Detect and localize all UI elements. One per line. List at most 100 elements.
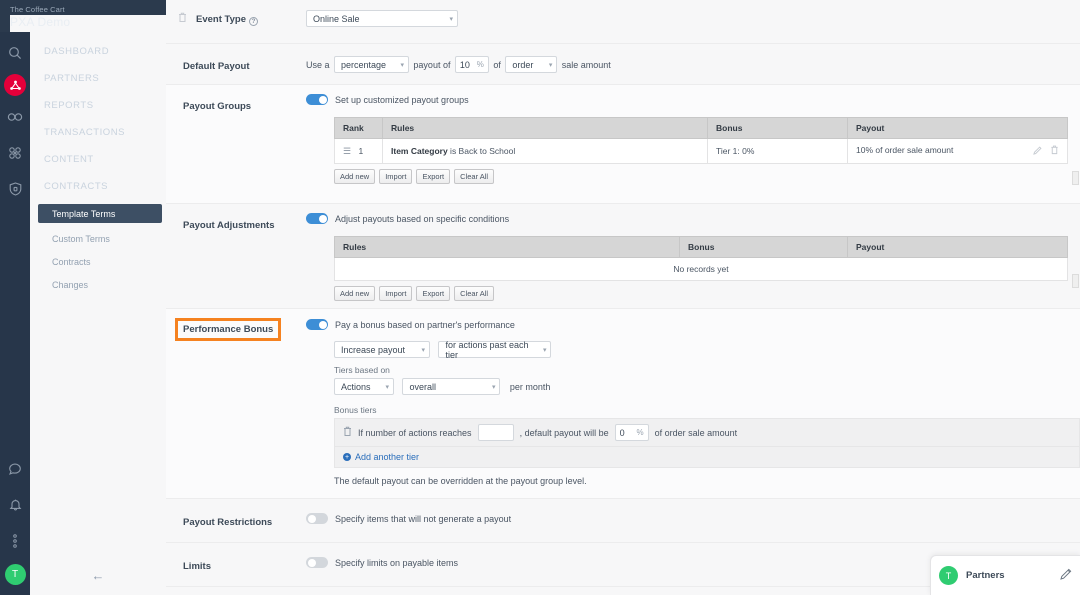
brand-account-name: The Coffee Cart	[10, 4, 166, 15]
payout-adjustments-table: Rules Bonus Payout No records yet	[334, 236, 1068, 281]
chat-avatar: T	[939, 566, 958, 585]
bonus-action-select[interactable]: Increase payout▾	[334, 341, 430, 358]
bonus-scope-select[interactable]: for actions past each tier▾	[438, 341, 551, 358]
table-hscrollbar[interactable]	[1072, 274, 1079, 288]
chat-title: Partners	[966, 570, 1052, 581]
sidebar: The Coffee Cart PXA Demo	[0, 0, 166, 595]
default-payout-label: Default Payout	[178, 44, 306, 84]
payout-groups-table-wrap: Rank Rules Bonus Payout ☰ 1 Item Catego	[334, 117, 1068, 184]
import-button[interactable]: Import	[379, 169, 412, 184]
tier-text-3: of order sale amount	[655, 428, 738, 438]
add-another-tier-button[interactable]: + Add another tier	[334, 447, 1080, 468]
limits-toggle[interactable]	[306, 557, 328, 568]
default-payout-of: of	[493, 60, 501, 70]
sidebar-item-contracts-sub[interactable]: Contracts	[30, 252, 166, 271]
sidebar-item-changes[interactable]: Changes	[30, 275, 166, 294]
rule-condition: is Back to School	[448, 146, 516, 156]
bonus-tiers-panel: If number of actions reaches , default p…	[334, 418, 1080, 468]
help-icon[interactable]: ?	[249, 17, 258, 26]
export-button[interactable]: Export	[416, 286, 450, 301]
sidebar-item-template-terms[interactable]: Template Terms	[38, 204, 162, 223]
infinity-icon[interactable]	[0, 102, 30, 132]
performance-bonus-settings: Increase payout▾ for actions past each t…	[334, 341, 1080, 486]
sidebar-item-partners[interactable]: PARTNERS	[30, 65, 166, 92]
event-type-value: Online Sale	[313, 14, 360, 24]
row-default-payout: Default Payout Use a percentage▾ payout …	[166, 44, 1080, 85]
tiers-aggregate-value: overall	[409, 382, 436, 392]
sidebar-item-contracts[interactable]: CONTRACTS	[30, 173, 166, 200]
payout-adjustments-toggle-row: Adjust payouts based on specific conditi…	[306, 213, 1068, 224]
more-vertical-icon[interactable]	[0, 526, 30, 556]
sidebar-subitem-label: Template Terms	[52, 209, 115, 219]
payout-groups-toggle-row: Set up customized payout groups	[306, 94, 1068, 105]
add-new-button[interactable]: Add new	[334, 169, 375, 184]
payout-groups-table: Rank Rules Bonus Payout ☰ 1 Item Catego	[334, 117, 1068, 164]
sidebar-brand[interactable]: The Coffee Cart PXA Demo	[0, 0, 166, 32]
payout-amount-unit: %	[471, 60, 484, 69]
tier-threshold-input[interactable]	[478, 424, 514, 441]
chevron-down-icon: ▾	[400, 61, 404, 69]
sidebar-item-reports[interactable]: REPORTS	[30, 92, 166, 119]
network-icon[interactable]	[0, 138, 30, 168]
event-type-label-group: Event Type?	[178, 0, 306, 43]
tiers-aggregate-select[interactable]: overall▾	[402, 378, 500, 395]
chevron-down-icon: ▾	[385, 383, 389, 391]
sidebar-item-label: TRANSACTIONS	[44, 127, 125, 138]
payout-adjustments-toggle[interactable]	[306, 213, 328, 224]
col-rank: Rank	[335, 118, 383, 139]
bell-icon[interactable]	[0, 490, 30, 520]
clear-all-button[interactable]: Clear All	[454, 286, 494, 301]
event-type-select[interactable]: Online Sale▾	[306, 10, 458, 27]
event-type-control: Online Sale▾	[306, 0, 1080, 43]
import-button[interactable]: Import	[379, 286, 412, 301]
row-performance-bonus: Performance Bonus Pay a bonus based on p…	[166, 309, 1080, 499]
sidebar-item-custom-terms[interactable]: Custom Terms	[30, 229, 166, 248]
rail-bottom-group: T	[0, 448, 30, 589]
export-button[interactable]: Export	[416, 169, 450, 184]
edit-pencil-icon[interactable]	[1033, 146, 1042, 155]
sidebar-item-transactions[interactable]: TRANSACTIONS	[30, 119, 166, 146]
payout-groups-toggle[interactable]	[306, 94, 328, 105]
shield-icon[interactable]	[0, 174, 30, 204]
performance-bonus-label: Performance Bonus	[178, 309, 306, 498]
chevron-down-icon: ▾	[549, 61, 553, 69]
clear-all-button[interactable]: Clear All	[454, 169, 494, 184]
payout-adjustments-button-bar: Add new Import Export Clear All	[334, 281, 1068, 301]
row-payout-adjustments: Payout Adjustments Adjust payouts based …	[166, 204, 1080, 309]
avatar[interactable]: T	[5, 564, 26, 585]
main-content: Event Type? Online Sale▾ Default Payout …	[166, 0, 1080, 595]
payout-amount-input[interactable]: 10%	[455, 56, 489, 73]
tier-delete-icon[interactable]	[343, 426, 352, 439]
add-new-button[interactable]: Add new	[334, 286, 375, 301]
drag-handle-icon[interactable]: ☰	[343, 146, 351, 156]
payout-scope-select[interactable]: order▾	[505, 56, 557, 73]
tiers-basis-select[interactable]: Actions▾	[334, 378, 394, 395]
col-rules: Rules	[383, 118, 708, 139]
limits-toggle-label: Specify limits on payable items	[335, 558, 458, 568]
rule-field: Item Category	[391, 146, 448, 156]
table-empty-row: No records yet	[335, 258, 1068, 281]
payout-restrictions-toggle[interactable]	[306, 513, 328, 524]
table-row[interactable]: ☰ 1 Item Category is Back to School Tier…	[335, 139, 1068, 164]
performance-bonus-toggle[interactable]	[306, 319, 328, 330]
tier-payout-input[interactable]: 0%	[615, 424, 649, 441]
compose-pencil-icon[interactable]	[1060, 567, 1072, 585]
partners-chat-widget[interactable]: T Partners	[930, 555, 1080, 595]
sidebar-item-dashboard[interactable]: DASHBOARD	[30, 38, 166, 65]
payout-restrictions-content: Specify items that will not generate a p…	[306, 499, 1080, 542]
brand-logo-icon[interactable]	[4, 74, 26, 96]
limits-text: Limits	[178, 558, 216, 575]
payout-groups-label: Payout Groups	[178, 85, 306, 203]
delete-icon[interactable]	[178, 12, 187, 23]
chat-icon[interactable]	[0, 454, 30, 484]
sidebar-item-label: DASHBOARD	[44, 46, 109, 57]
col-bonus: Bonus	[680, 237, 848, 258]
payout-value: 10% of order sale amount	[856, 145, 953, 155]
sidebar-collapse-button[interactable]: ←	[92, 568, 105, 583]
payout-type-select[interactable]: percentage▾	[334, 56, 409, 73]
delete-trash-icon[interactable]	[1050, 145, 1059, 155]
sidebar-subitem-label: Contracts	[52, 257, 91, 267]
search-icon[interactable]	[0, 38, 30, 68]
table-hscrollbar[interactable]	[1072, 171, 1079, 185]
sidebar-item-content[interactable]: CONTENT	[30, 146, 166, 173]
